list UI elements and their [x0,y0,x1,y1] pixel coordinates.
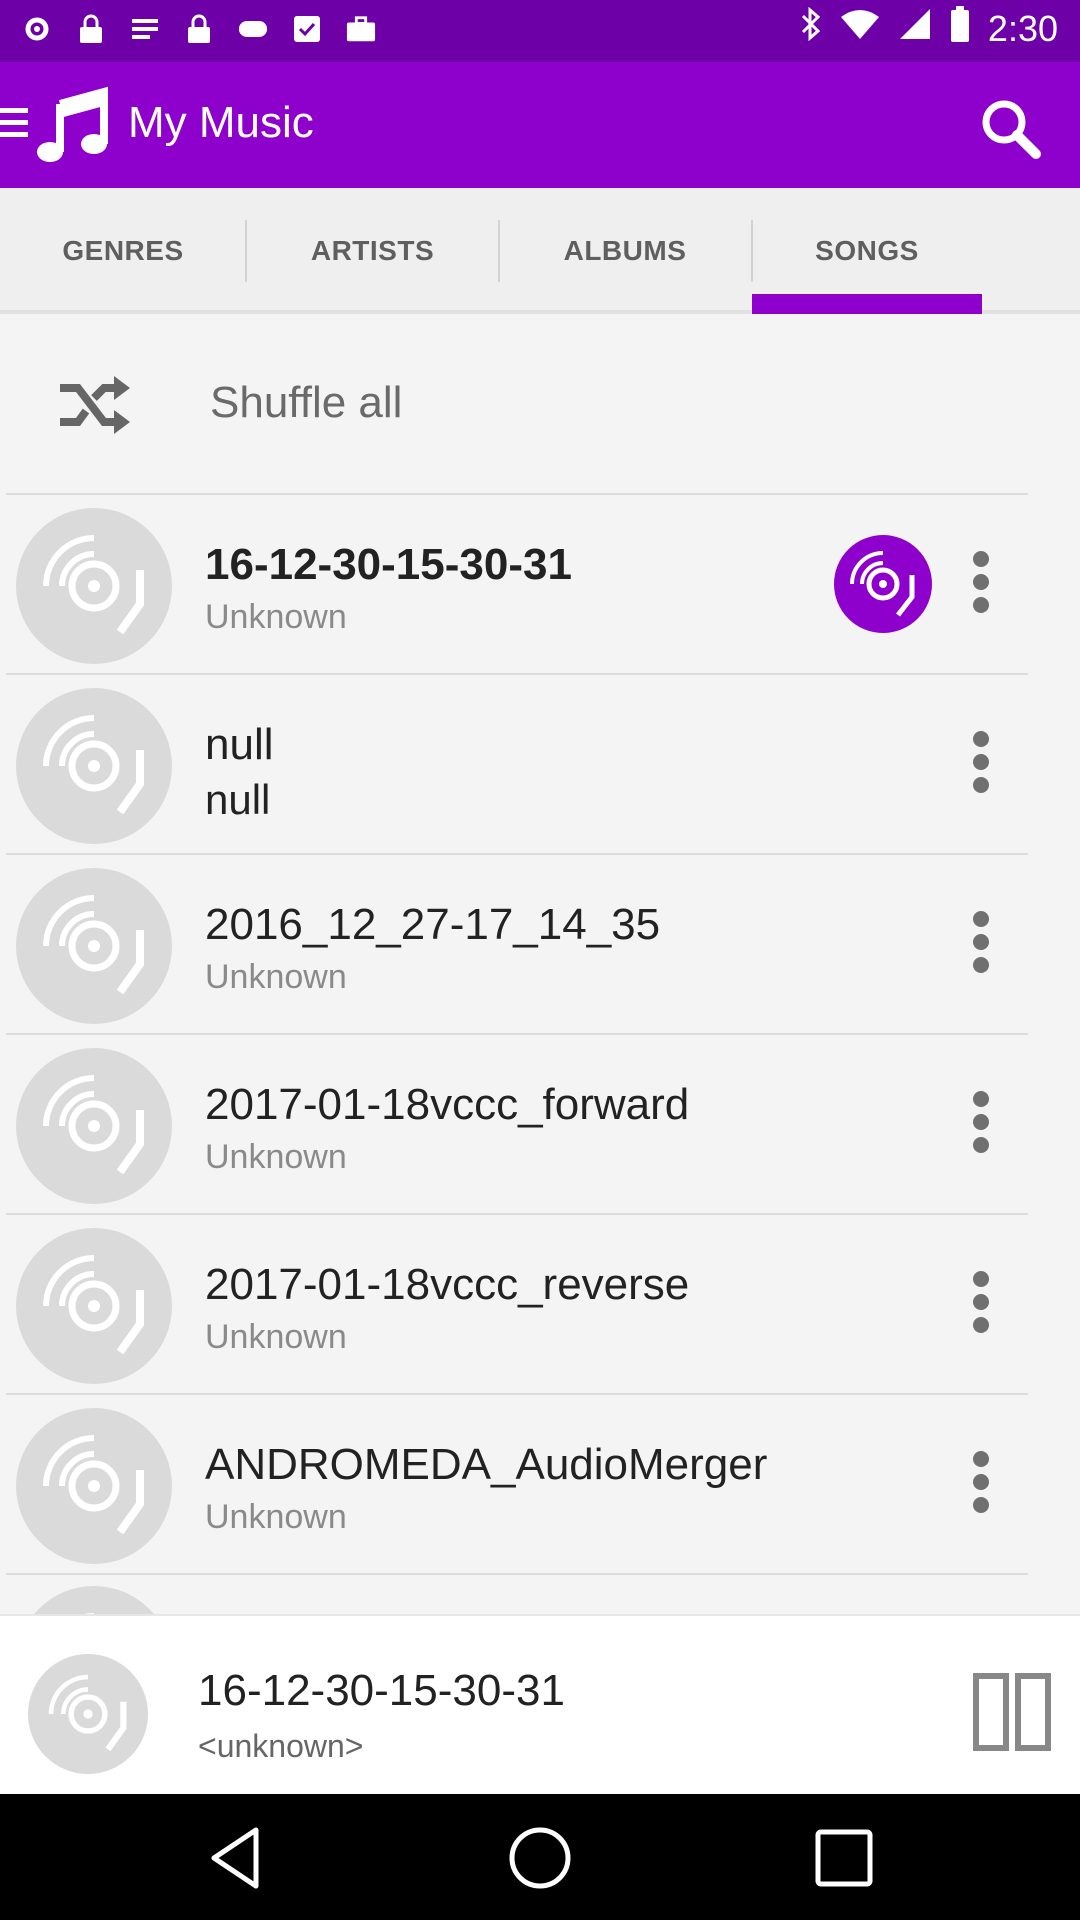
song-artist: Unknown [205,598,347,636]
album-art-disc-icon [16,1408,172,1564]
active-tab-indicator [752,294,982,314]
lock-icon [76,12,106,46]
more-options-icon[interactable] [972,1270,990,1334]
more-options-icon[interactable] [972,1090,990,1154]
song-artist: Unknown [205,1498,347,1536]
mini-player-artist: <unknown> [198,1728,364,1764]
song-row[interactable]: 2016_12_27-17_14_35 Unknown [0,854,1080,1034]
lock-icon [184,12,214,46]
song-title: 2017-01-18vccc_forward [205,1080,690,1129]
search-icon[interactable] [978,96,1042,160]
song-title: ANDROMEDA_AudioMerger [205,1440,768,1489]
song-title: 16-12-30-15-30-31 [205,540,572,589]
home-icon[interactable] [500,1818,580,1898]
more-options-icon[interactable] [972,550,990,614]
status-bar: 2:30 [0,0,1080,62]
album-art-disc-icon [16,1228,172,1384]
tab-albums[interactable]: ALBUMS [499,188,751,314]
system-navigation-bar [0,1794,1080,1920]
signal-icon [898,7,932,50]
song-title: 2016_12_27-17_14_35 [205,900,661,949]
tab-artists[interactable]: ARTISTS [246,188,499,314]
app-title: My Music [128,98,314,147]
shuffle-all-row[interactable]: Shuffle all [0,318,1080,493]
shuffle-icon [56,370,132,440]
song-row[interactable]: ANDROMEDA_AudioMerger Unknown [0,1394,1080,1574]
song-artist: Unknown [205,958,347,996]
briefcase-icon [346,12,376,46]
text-icon [130,12,160,46]
gamepad-icon [238,12,268,46]
more-options-icon[interactable] [972,910,990,974]
list-divider [6,1573,1028,1575]
more-options-icon[interactable] [972,1450,990,1514]
music-note-icon[interactable] [32,86,112,166]
app-bar: My Music [0,62,1080,188]
song-artist: Unknown [205,1138,347,1176]
song-artist: null [205,776,271,823]
album-art-disc-icon [16,868,172,1024]
bluetooth-icon [800,6,822,50]
more-options-icon[interactable] [972,730,990,794]
shuffle-all-label: Shuffle all [210,378,403,427]
clock-time: 2:30 [987,7,1058,49]
now-playing-icon [834,535,932,633]
battery-icon [950,6,970,51]
album-art-disc-icon [16,508,172,664]
back-icon[interactable] [196,1818,276,1898]
song-row[interactable]: 2017-01-18vccc_forward Unknown [0,1034,1080,1214]
song-title: null [205,720,274,769]
tab-genres[interactable]: GENRES [0,188,246,314]
checkbox-icon [292,12,322,46]
hamburger-menu-icon[interactable] [0,108,28,140]
album-art-disc-icon [28,1654,148,1774]
song-artist: Unknown [205,1318,347,1356]
album-art-disc-icon [16,688,172,844]
mini-player[interactable]: 16-12-30-15-30-31 <unknown> [0,1614,1080,1794]
album-art-disc-icon [16,1048,172,1204]
album-art-disc-icon [16,1586,172,1614]
recents-icon[interactable] [804,1818,884,1898]
song-row[interactable]: 16-12-30-15-30-31 Unknown [0,494,1080,674]
mini-player-title: 16-12-30-15-30-31 [198,1666,565,1715]
wifi-icon [840,8,880,50]
settings-icon [22,12,52,46]
song-row[interactable]: null null [0,674,1080,854]
pause-icon[interactable] [972,1672,1052,1752]
song-row[interactable]: 2017-01-18vccc_reverse Unknown [0,1214,1080,1394]
tab-bar: GENRES ARTISTS ALBUMS SONGS [0,188,1080,314]
song-title: 2017-01-18vccc_reverse [205,1260,690,1309]
